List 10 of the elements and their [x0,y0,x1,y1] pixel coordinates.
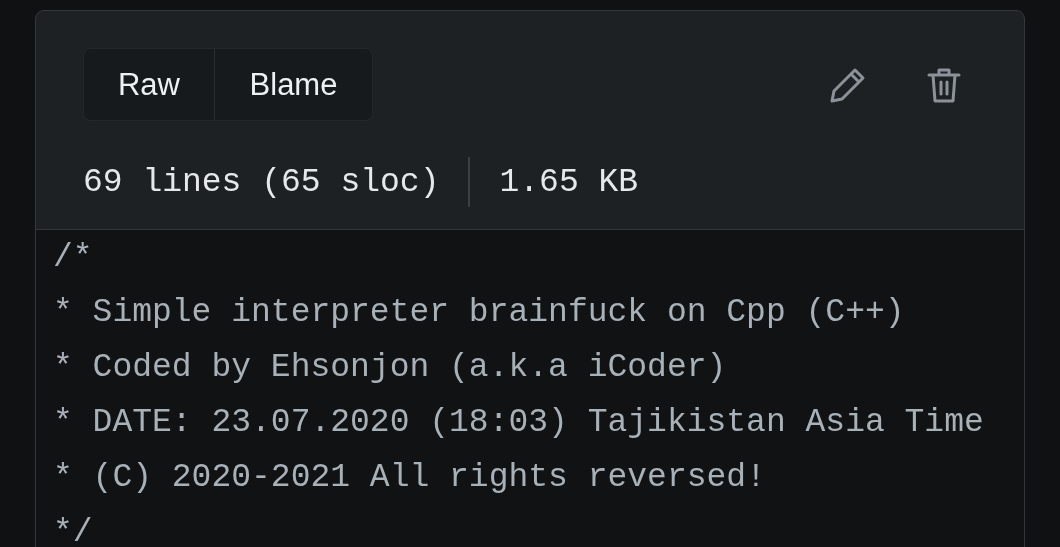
code-line: * Simple interpreter brainfuck on Cpp (C++) [53,293,906,333]
code-line: * (C) 2020-2021 All rights reversed! [53,458,767,498]
line-count: 69 lines (65 sloc) [83,163,440,201]
view-button[interactable]: Raw [84,49,214,120]
view-button[interactable]: Blame [214,49,372,120]
code-line: * Coded by Ehsonjon (a.k.a iCoder) [53,348,728,388]
code-line: */ [53,513,94,547]
code-line: /* [53,238,94,278]
file-size: 1.65 KB [499,163,639,201]
code-line: * DATE: 23.07.2020 (18:03) Tajikistan Asia Time [53,403,985,443]
